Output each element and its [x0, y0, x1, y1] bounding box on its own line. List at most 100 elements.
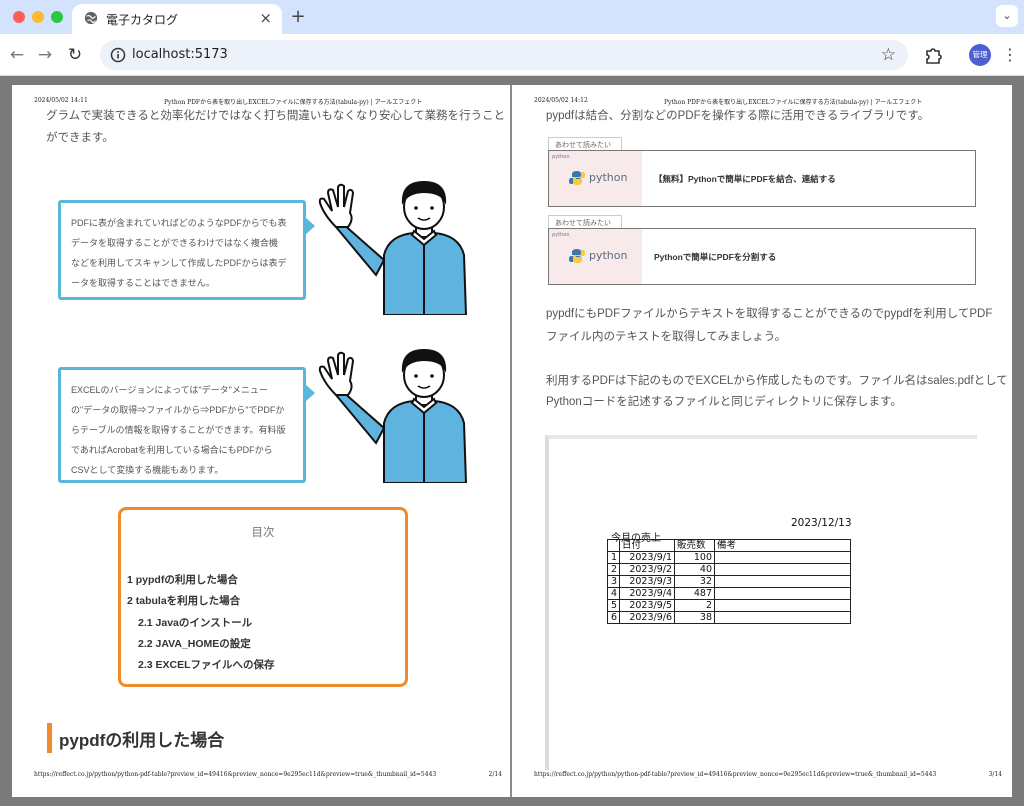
bubble-line: などを利用してスキャンして作成したPDFからは表デ	[71, 258, 287, 268]
man-waving-illustration	[318, 349, 468, 483]
close-window-button[interactable]	[13, 11, 25, 23]
table-of-contents: 目次 1 pypdfの利用した場合 2 tabulaを利用した場合 2.1 Ja…	[118, 507, 408, 687]
note-cell	[714, 575, 851, 588]
related-tag: あわせて読みたい	[548, 137, 622, 151]
note-cell	[714, 551, 851, 564]
toc-title: 目次	[251, 527, 275, 539]
python-wordmark: python	[589, 171, 628, 184]
row-index: 5	[607, 599, 620, 612]
active-tab[interactable]: 電子カタログ ×	[72, 4, 282, 34]
profile-avatar[interactable]: 管理	[969, 44, 991, 66]
tab-strip: 電子カタログ × + ⌄	[0, 0, 1024, 34]
page-number: 3/14	[988, 771, 1002, 778]
date-cell: 2023/9/2	[619, 563, 675, 576]
date-cell: 2023/9/4	[619, 587, 675, 600]
note-cell	[714, 587, 851, 600]
table-row: 5 2023/9/5 2	[607, 599, 851, 612]
kebab-menu-icon[interactable]: ⋮	[1002, 44, 1018, 66]
paragraph-line: 利用するPDFは下記のものでEXCELから作成したものです。ファイル名はsale…	[546, 375, 1008, 387]
page-number: 2/14	[488, 771, 502, 778]
toc-link[interactable]: 2 tabulaを利用した場合	[127, 593, 240, 608]
tab-search-chevron-icon[interactable]: ⌄	[996, 5, 1018, 27]
quantity-cell: 32	[674, 575, 715, 588]
date-cell: 2023/9/6	[619, 611, 675, 624]
browser-toolbar: ← → ↻ localhost:5173 ☆ 管理 ⋮	[0, 34, 1024, 76]
address-bar[interactable]: localhost:5173 ☆	[100, 40, 908, 70]
forward-button[interactable]: →	[34, 44, 56, 66]
toc-link[interactable]: 2.3 EXCELファイルへの保存	[138, 657, 275, 672]
row-index: 3	[607, 575, 620, 588]
card-thumbnail: python python	[549, 229, 642, 284]
close-tab-icon[interactable]: ×	[259, 9, 272, 27]
note-cell	[714, 599, 851, 612]
quantity-cell: 487	[674, 587, 715, 600]
intro-line-2: ができます。	[46, 132, 114, 144]
quantity-cell: 40	[674, 563, 715, 576]
section-heading: pypdfの利用した場合	[59, 731, 225, 750]
page-footer-url: https://reffect.co.jp/python/python-pdf-…	[534, 771, 937, 778]
bookmark-star-icon[interactable]: ☆	[881, 45, 896, 65]
note-cell	[714, 563, 851, 576]
note-cell	[714, 611, 851, 624]
column-header: 日付	[619, 539, 675, 552]
bubble-line: であればAcrobatを利用している場合にもPDFから	[71, 445, 273, 455]
column-header: 販売数	[674, 539, 715, 552]
related-article-card[interactable]: python python Pythonで簡単にPDFを分割する	[548, 228, 976, 285]
pdf-viewer: 2024/05/02 14:11 Python PDFから表を取り出しEXCEL…	[0, 77, 1024, 806]
quantity-cell: 2	[674, 599, 715, 612]
intro-line: pypdfは結合、分割などのPDFを操作する際に活用できるライブラリです。	[546, 110, 930, 122]
extensions-puzzle-icon[interactable]	[922, 44, 944, 66]
column-header	[607, 539, 620, 552]
page-footer-url: https://reffect.co.jp/python/python-pdf-…	[34, 771, 437, 778]
zoom-window-button[interactable]	[51, 11, 63, 23]
table-row: 1 2023/9/1 100	[607, 551, 851, 564]
thumb-label: python	[552, 154, 570, 160]
pdf-page-2: 2024/05/02 14:11 Python PDFから表を取り出しEXCEL…	[12, 85, 512, 797]
quantity-cell: 38	[674, 611, 715, 624]
back-button[interactable]: ←	[6, 44, 28, 66]
paragraph-line: Pythonコードを記述するファイルと同じディレクトリに保存します。	[546, 396, 902, 408]
pdf-page-3: 2024/05/02 14:12 Python PDFから表を取り出しEXCEL…	[512, 85, 1012, 797]
related-article-card[interactable]: python python 【無料】Pythonで簡単にPDFを結合、連結する	[548, 150, 976, 207]
row-index: 4	[607, 587, 620, 600]
related-article-title[interactable]: Pythonで簡単にPDFを分割する	[654, 251, 776, 263]
toc-link[interactable]: 2.2 JAVA_HOMEの設定	[138, 636, 251, 651]
page-header-date: 2024/05/02 14:11	[34, 97, 88, 104]
bubble-line: データを取得することができるわけではなく複合機	[71, 238, 278, 248]
section-accent-bar	[47, 723, 52, 753]
row-index: 6	[607, 611, 620, 624]
related-tag: あわせて読みたい	[548, 215, 622, 229]
paragraph-line: pypdfにもPDFファイルからテキストを取得することができるのでpypdfを利…	[546, 308, 993, 320]
row-index: 1	[607, 551, 620, 564]
minimize-window-button[interactable]	[32, 11, 44, 23]
tab-title: 電子カタログ	[106, 13, 179, 27]
spreadsheet-image: 2023/12/13 今月の売上 日付 販売数 備考 1 2023/9/1 10…	[545, 435, 977, 770]
speech-bubble: PDFに表が含まれていればどのようなPDFからでも表 データを取得することができ…	[58, 200, 315, 300]
quantity-cell: 100	[674, 551, 715, 564]
site-info-icon[interactable]	[110, 47, 126, 63]
python-logo-icon	[569, 171, 585, 185]
card-thumbnail: python python	[549, 151, 642, 206]
sheet-date: 2023/12/13	[791, 517, 852, 529]
globe-icon	[84, 11, 98, 25]
table-header-row: 日付 販売数 備考	[607, 539, 851, 552]
reload-button[interactable]: ↻	[64, 44, 86, 66]
column-header: 備考	[714, 539, 851, 552]
bubble-line: PDFに表が含まれていればどのようなPDFからでも表	[71, 218, 287, 228]
bubble-line: らテーブルの情報を取得することができます。有料版	[71, 425, 286, 435]
paragraph-line: ファイル内のテキストを取得してみましょう。	[546, 331, 787, 343]
bubble-line: の"データの取得⇒ファイルから⇒PDFから"でPDFか	[71, 405, 285, 415]
intro-line-1: グラムで実装できると効率化だけではなく打ち間違いもなくなり安心して業務を行うこと	[46, 110, 506, 122]
new-tab-button[interactable]: +	[288, 6, 308, 27]
toc-link[interactable]: 1 pypdfの利用した場合	[127, 572, 238, 587]
toc-link[interactable]: 2.1 Javaのインストール	[138, 615, 252, 630]
related-article-title[interactable]: 【無料】Pythonで簡単にPDFを結合、連結する	[654, 173, 836, 185]
bubble-line: EXCELのバージョンによっては"データ"メニュー	[71, 385, 268, 395]
bubble-line: ータを取得することはできません。	[71, 278, 215, 288]
date-cell: 2023/9/5	[619, 599, 675, 612]
python-wordmark: python	[589, 249, 628, 262]
date-cell: 2023/9/3	[619, 575, 675, 588]
table-row: 4 2023/9/4 487	[607, 587, 851, 600]
table-row: 3 2023/9/3 32	[607, 575, 851, 588]
url-text[interactable]: localhost:5173	[132, 47, 228, 62]
